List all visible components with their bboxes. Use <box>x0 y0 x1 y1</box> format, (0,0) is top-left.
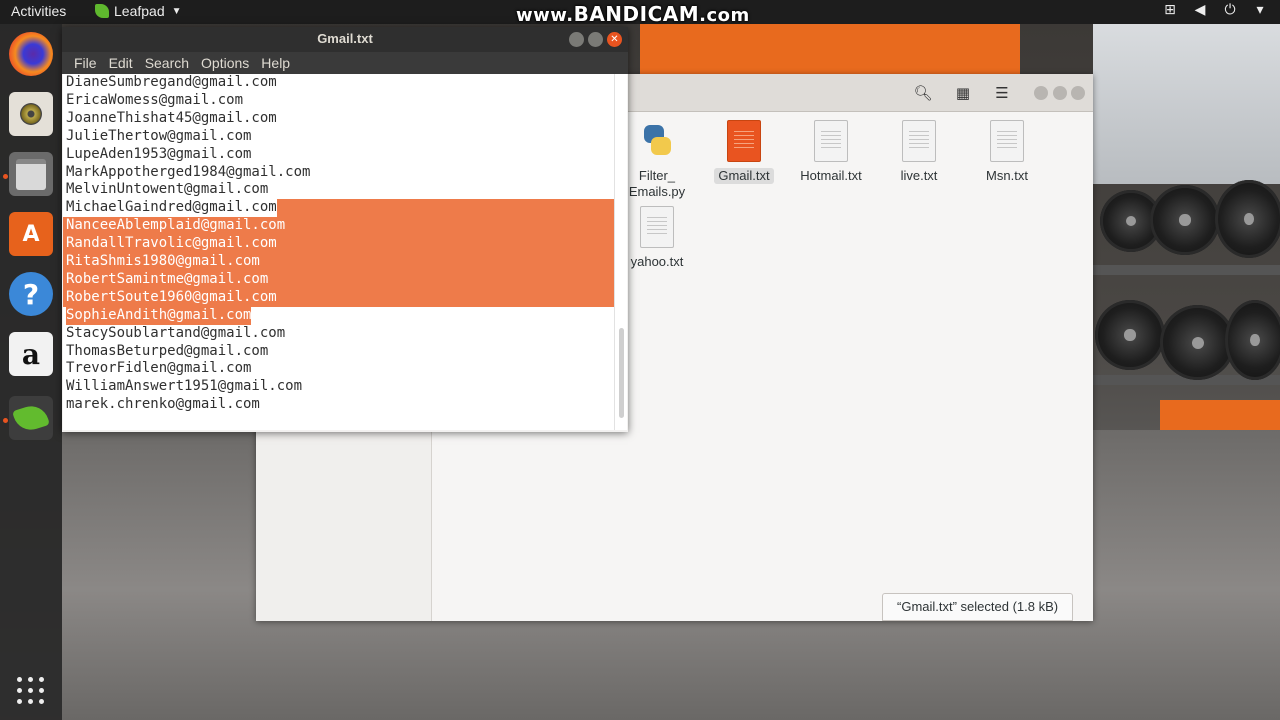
file-item-hotmail[interactable]: Hotmail.txt <box>787 120 875 184</box>
text-line[interactable]: RobertSamintme@gmail.com <box>66 270 269 289</box>
firefox-icon[interactable] <box>9 32 53 76</box>
window-title: Gmail.txt <box>317 31 373 46</box>
app-menu[interactable]: Leafpad ▼ <box>95 3 182 19</box>
text-line[interactable]: TrevorFidlen@gmail.com <box>66 360 251 378</box>
text-line[interactable]: EricaWomess@gmail.com <box>66 92 243 110</box>
text-line[interactable]: StacySoublartand@gmail.com <box>66 325 285 343</box>
menu-icon[interactable]: ☰ <box>985 80 1019 106</box>
minimize-button[interactable] <box>569 32 584 47</box>
rhythmbox-icon[interactable] <box>9 92 53 136</box>
leafpad-titlebar[interactable]: Gmail.txt ✕ <box>62 27 628 52</box>
chevron-down-icon: ▼ <box>171 5 182 17</box>
dock: A ? a <box>0 24 62 720</box>
text-line[interactable]: DianeSumbregand@gmail.com <box>66 74 277 92</box>
file-item-live[interactable]: live.txt <box>875 120 963 184</box>
menu-search[interactable]: Search <box>139 55 195 71</box>
leafpad-dock-icon[interactable] <box>9 396 53 440</box>
scrollbar[interactable] <box>614 74 627 430</box>
wallpaper-dumbbell <box>1215 180 1280 258</box>
text-line[interactable]: marek.chrenko@gmail.com <box>66 396 260 414</box>
wallpaper-dumbbell <box>1150 185 1220 255</box>
leafpad-window: Gmail.txt ✕ File Edit Search Options Hel… <box>62 27 628 432</box>
text-line[interactable]: NanceeAblemplaid@gmail.com <box>66 217 286 236</box>
file-name: Msn.txt <box>986 168 1028 183</box>
maximize-button[interactable] <box>588 32 603 47</box>
file-name: Filter_ Emails.py <box>628 168 686 199</box>
bandicam-watermark: www.BANDICAM.com <box>516 2 750 26</box>
watermark-suffix: .com <box>699 5 750 26</box>
minimize-button[interactable] <box>1034 86 1048 100</box>
python-file-icon <box>640 120 674 162</box>
text-line[interactable]: MelvinUntowent@gmail.com <box>66 181 268 199</box>
text-file-icon <box>902 120 936 162</box>
menu-edit[interactable]: Edit <box>103 55 139 71</box>
wallpaper-orange-wall <box>640 24 1020 76</box>
menu-bar: File Edit Search Options Help <box>62 52 628 74</box>
wallpaper-rack <box>1093 265 1280 275</box>
view-toggle-icon[interactable]: ▦ <box>946 80 980 106</box>
file-item-msn[interactable]: Msn.txt <box>963 120 1051 184</box>
menu-file[interactable]: File <box>68 55 103 71</box>
amazon-icon[interactable]: a <box>9 332 53 376</box>
leafpad-icon <box>95 4 109 18</box>
wallpaper-dumbbell <box>1160 305 1235 380</box>
selection-highlight <box>276 199 614 218</box>
running-indicator <box>3 418 8 423</box>
software-center-icon[interactable]: A <box>9 212 53 256</box>
wallpaper-dumbbell <box>1225 300 1280 380</box>
activities-button[interactable]: Activities <box>11 3 66 19</box>
network-icon[interactable]: ⊞ <box>1162 2 1178 18</box>
text-editor[interactable]: DianeSumbregand@gmail.com EricaWomess@gma… <box>63 74 614 430</box>
top-bar: Activities Leafpad ▼ www.BANDICAM.com ⊞ … <box>0 0 1280 26</box>
volume-icon[interactable]: ◀ <box>1192 2 1208 18</box>
maximize-button[interactable] <box>1053 86 1067 100</box>
power-icon[interactable]: ⏻ <box>1222 2 1238 18</box>
file-item-gmail[interactable]: Gmail.txt <box>700 120 788 184</box>
close-button[interactable] <box>1071 86 1085 100</box>
text-line[interactable]: JoanneThishat45@gmail.com <box>66 110 277 128</box>
text-line[interactable]: RandallTravolic@gmail.com <box>66 235 277 253</box>
chevron-down-icon[interactable]: ▾ <box>1252 2 1268 18</box>
scrollbar-thumb[interactable] <box>619 328 624 418</box>
selection-status: “Gmail.txt” selected (1.8 kB) <box>882 593 1074 621</box>
file-name: yahoo.txt <box>630 254 684 269</box>
text-line[interactable]: RitaShmis1980@gmail.com <box>66 253 260 271</box>
close-button[interactable]: ✕ <box>607 32 622 47</box>
text-line[interactable]: SophieAndith@gmail.com <box>66 306 252 325</box>
file-name: Gmail.txt <box>714 168 774 184</box>
text-line[interactable]: LupeAden1953@gmail.com <box>66 146 251 164</box>
wallpaper-dumbbell <box>1095 300 1165 370</box>
text-line[interactable]: MichaelGaindred@gmail.com <box>66 199 277 217</box>
text-file-icon <box>814 120 848 162</box>
system-tray[interactable]: ⊞ ◀ ⏻ ▾ <box>1162 2 1268 18</box>
text-line[interactable]: JulieThertow@gmail.com <box>66 128 251 146</box>
app-menu-label: Leafpad <box>114 3 165 19</box>
menu-options[interactable]: Options <box>195 55 255 71</box>
text-line[interactable]: RobertSoute1960@gmail.com <box>66 288 277 307</box>
text-line[interactable]: ThomasBeturped@gmail.com <box>66 343 268 361</box>
text-line[interactable]: WilliamAnswert1951@gmail.com <box>66 378 302 396</box>
wallpaper-window <box>1093 24 1280 184</box>
text-file-icon <box>727 120 761 162</box>
show-applications-icon[interactable] <box>14 674 48 708</box>
file-name: Hotmail.txt <box>800 168 862 183</box>
text-file-icon <box>990 120 1024 162</box>
running-indicator <box>3 174 8 179</box>
watermark-prefix: www. <box>516 5 574 26</box>
files-icon[interactable] <box>9 152 53 196</box>
menu-help[interactable]: Help <box>255 55 296 71</box>
text-file-icon <box>640 206 674 248</box>
file-name: live.txt <box>900 168 938 183</box>
help-icon[interactable]: ? <box>9 272 53 316</box>
text-line[interactable]: MarkAppotherged1984@gmail.com <box>66 164 310 182</box>
watermark-brand: BANDICAM <box>573 2 700 26</box>
search-icon[interactable]: 🔍︎ <box>906 80 940 106</box>
